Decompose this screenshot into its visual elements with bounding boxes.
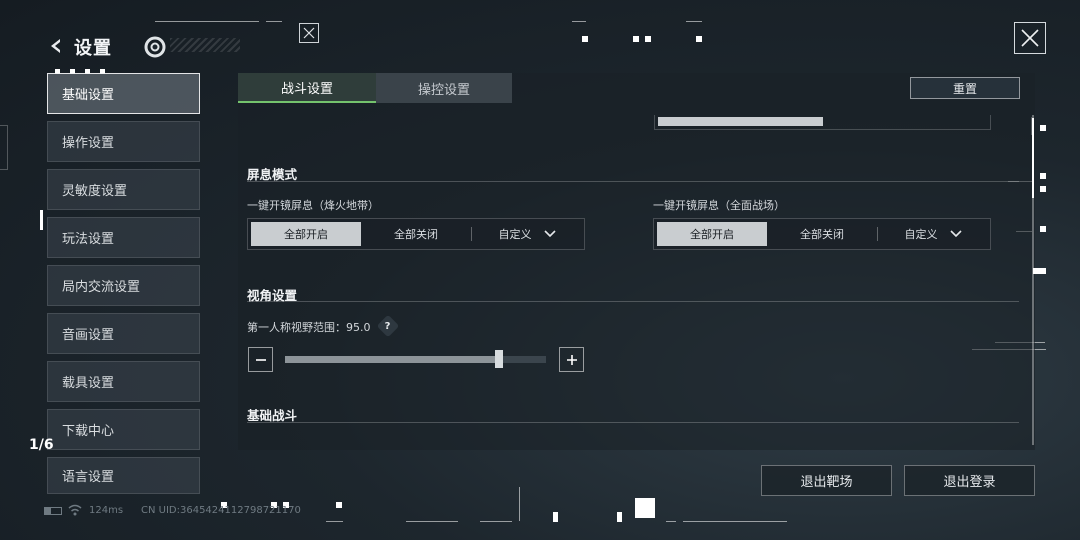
sidebar-item-label: 基础设置: [62, 88, 115, 103]
sidebar-item-vehicle[interactable]: 载具设置: [47, 361, 200, 402]
sidebar-item-basic[interactable]: 基础设置: [47, 73, 200, 114]
header-hatch: [170, 38, 240, 52]
sidebar-item-sensitivity[interactable]: 灵敏度设置: [47, 169, 200, 210]
plus-icon: [566, 354, 577, 365]
option-custom-label: 自定义: [904, 228, 938, 241]
logo-icon: [144, 36, 166, 58]
sidebar-item-label: 灵敏度设置: [62, 184, 128, 199]
sidebar-item-label: 下载中心: [62, 424, 115, 439]
sidebar-item-label: 音画设置: [62, 328, 115, 343]
scrolled-selected-option: [658, 117, 823, 126]
hud-line: [480, 521, 512, 522]
help-icon-glyph: ?: [385, 320, 391, 332]
scrollbar-thumb[interactable]: [1032, 118, 1034, 198]
breath-left-label: 一键开镜屏息（烽火地带）: [247, 199, 379, 212]
fov-value: 95.0: [346, 321, 371, 334]
hud-line: [519, 487, 520, 521]
hud-marker: [40, 210, 43, 230]
sidebar-item-label: 操作设置: [62, 136, 115, 151]
sidebar-item-controls[interactable]: 操作设置: [47, 121, 200, 162]
page-title: 设置: [74, 38, 112, 59]
sidebar-item-language[interactable]: 语言设置: [47, 457, 200, 494]
hud-dot: [645, 36, 651, 42]
chevron-down-icon: [543, 230, 556, 238]
breath-right-selector: 全部开启 全部关闭 自定义: [653, 218, 991, 250]
sidebar-item-download[interactable]: 下载中心: [47, 409, 200, 450]
hud-line: [406, 521, 458, 522]
tab-label: 战斗设置: [280, 81, 333, 97]
hud-line: [666, 521, 676, 522]
hud-line: [266, 21, 282, 22]
hud-line: [683, 521, 787, 522]
fov-decrease-button[interactable]: [248, 347, 273, 372]
hud-line: [326, 521, 343, 522]
option-all-on[interactable]: 全部开启: [657, 222, 767, 246]
sidebar-item-label: 载具设置: [62, 376, 115, 391]
uid-text: CN UID:3645424112798721170: [141, 505, 301, 516]
hud-dot: [1040, 173, 1046, 179]
close-button[interactable]: [1014, 22, 1046, 54]
wifi-icon: [68, 504, 82, 516]
hud-bracket: [0, 125, 8, 170]
minus-icon: [255, 358, 266, 361]
chevron-down-icon: [949, 230, 962, 238]
logout-button[interactable]: 退出登录: [904, 465, 1035, 496]
breath-right-label: 一键开镜屏息（全面战场）: [653, 199, 785, 212]
hud-dot: [336, 502, 342, 508]
section-divider: [247, 301, 1019, 302]
section-divider: [247, 181, 1019, 182]
hud-dot: [582, 36, 588, 42]
option-custom[interactable]: 自定义: [472, 222, 582, 246]
ping-text: 124ms: [89, 505, 124, 516]
sidebar-item-communication[interactable]: 局内交流设置: [47, 265, 200, 306]
tab-controls[interactable]: 操控设置: [376, 73, 512, 103]
hud-line: [686, 21, 702, 22]
hud-dot: [617, 512, 622, 522]
sidebar-item-gameplay[interactable]: 玩法设置: [47, 217, 200, 258]
option-custom-label: 自定义: [498, 228, 532, 241]
fov-slider-fill: [285, 356, 499, 363]
reset-button[interactable]: 重置: [910, 77, 1020, 99]
fov-label: 第一人称视野范围：95.0: [247, 319, 371, 335]
small-close-button[interactable]: [299, 23, 319, 43]
tab-combat[interactable]: 战斗设置: [238, 73, 376, 103]
close-icon: [1021, 29, 1039, 47]
fov-label-text: 第一人称视野范围：: [247, 321, 346, 334]
sidebar-item-audio-video[interactable]: 音画设置: [47, 313, 200, 354]
sidebar-item-label: 语言设置: [62, 470, 115, 485]
breath-left-selector: 全部开启 全部关闭 自定义: [247, 218, 585, 250]
tab-label: 操控设置: [417, 82, 470, 98]
fov-slider-track[interactable]: [285, 356, 546, 363]
back-button[interactable]: [44, 34, 68, 58]
hud-dot: [696, 36, 702, 42]
close-icon: [303, 27, 315, 39]
option-all-off[interactable]: 全部关闭: [361, 222, 471, 246]
scroll-marker: [1033, 268, 1046, 274]
fov-increase-button[interactable]: [559, 347, 584, 372]
hud-line: [572, 21, 586, 22]
exit-range-button[interactable]: 退出靶场: [761, 465, 892, 496]
battery-level: [45, 508, 51, 514]
hud-dot: [633, 36, 639, 42]
hud-dot: [553, 512, 558, 522]
option-all-on[interactable]: 全部开启: [251, 222, 361, 246]
section-divider: [247, 422, 1019, 423]
hud-line: [155, 21, 259, 22]
back-arrow-icon: [51, 39, 60, 53]
hud-dot: [635, 498, 655, 518]
hud-dot: [1040, 226, 1046, 232]
page-indicator: 1/6: [29, 437, 54, 453]
hud-dot: [1040, 125, 1046, 131]
hud-dot: [1040, 186, 1046, 192]
fov-slider-handle[interactable]: [495, 350, 503, 368]
scrolled-control: [654, 115, 991, 130]
sidebar-item-label: 局内交流设置: [62, 280, 141, 295]
option-custom[interactable]: 自定义: [878, 222, 988, 246]
sidebar-item-label: 玩法设置: [62, 232, 115, 247]
option-all-off[interactable]: 全部关闭: [767, 222, 877, 246]
battery-icon: [44, 507, 62, 515]
